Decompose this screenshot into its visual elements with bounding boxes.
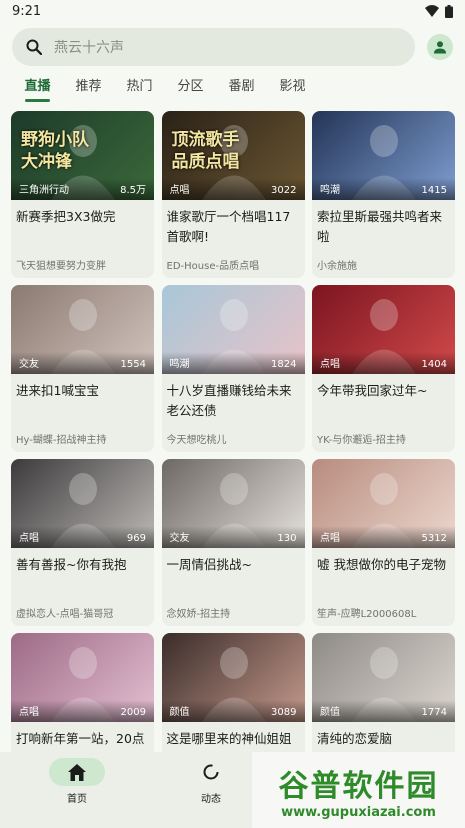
card-thumbnail: 交友 130 [161,459,305,548]
wifi-icon [425,5,439,17]
search-icon [26,39,42,55]
nav-pill [49,758,105,786]
card-thumbnail: 颜值 1774 [312,633,455,722]
category-tag: 点唱 [320,359,340,370]
category-tag: 点唱 [169,185,190,196]
live-card[interactable]: 交友 1554 进来扣1喊宝宝 Hy-蝴蝶-招战神主持 [11,285,154,452]
category-tag: 点唱 [19,707,39,718]
home-icon [68,763,86,781]
tab-5[interactable]: 影视 [267,70,318,108]
card-author: 飞天狙想要努力变胖 [16,261,106,272]
category-tag: 鸣潮 [169,359,190,370]
viewer-count: 1554 [120,359,146,370]
viewer-count: 8.5万 [120,185,146,196]
live-card[interactable]: 鸣潮 1415 索拉里斯最强共鸣者来啦小余施施 [312,111,455,278]
viewer-count: 1415 [421,185,447,196]
viewer-count: 130 [277,533,297,544]
search-row: 燕云十六声 [0,22,465,68]
card-author: 小余施施 [317,261,357,272]
card-title: 善有善报~你有我抱 [16,557,127,572]
card-author: Hy-蝴蝶-招战神主持 [16,435,107,446]
card-author: 笙声-应聘L2000608L [317,609,417,620]
live-card[interactable]: 鸣潮 1824 十八岁直播赚钱给未来老公还债今天想吃桃儿 [161,285,305,452]
card-title: 今年带我回家过年~ [317,383,428,398]
category-tag: 颜值 [169,707,190,718]
live-card[interactable]: 野狗小队 大冲锋三角洲行动 8.5万新赛季把3X3做完飞天狙想要努力变胖 [11,111,154,278]
category-tabs: 直播 推荐 热门 分区 番剧 影视 [0,70,465,108]
viewer-count: 969 [126,533,146,544]
card-thumbnail: 点唱 969 [11,459,154,548]
card-thumbnail: 交友 1554 [11,285,154,374]
card-thumbnail: 鸣潮 1824 [161,285,305,374]
profile-button[interactable] [427,34,453,60]
card-thumbnail: 鸣潮 1415 [312,111,455,200]
live-grid: 野狗小队 大冲锋三角洲行动 8.5万新赛季把3X3做完飞天狙想要努力变胖 顶流歌手 … [11,111,455,800]
live-card[interactable]: 顶流歌手 品质点唱点唱 3022 谁家歌厅一个档唱117首歌啊! ED-House-品… [161,111,305,278]
card-thumbnail: 点唱 2009 [11,633,154,722]
battery-icon [445,4,453,18]
tab-2[interactable]: 热门 [114,70,165,108]
refresh-icon [203,764,219,780]
thumbnail-caption: 野狗小队 大冲锋 [21,130,89,172]
viewer-count: 3022 [271,185,297,196]
nav-label: 首页 [67,794,87,805]
category-tag: 颜值 [320,707,340,718]
viewer-count: 1774 [421,707,447,718]
viewer-count: 3089 [271,707,297,718]
card-author: 虚拟恋人-点唱-猫哥冠 [16,609,114,620]
tab-3[interactable]: 分区 [165,70,216,108]
card-title: 谁家歌厅一个档唱117首歌啊! [166,209,291,244]
card-thumbnail: 顶流歌手 品质点唱点唱 3022 [161,111,305,200]
card-author: 今天想吃桃儿 [166,435,227,446]
live-card[interactable]: 点唱 969 善有善报~你有我抱虚拟恋人-点唱-猫哥冠 [11,459,154,626]
tab-0[interactable]: 直播 [12,70,63,108]
live-card[interactable]: 点唱 5312 嘘 我想做你的电子宠物笙声-应聘L2000608L [312,459,455,626]
nav-pill [183,758,239,786]
search-placeholder: 燕云十六声 [54,40,124,56]
card-author: 念奴娇-招主持 [166,609,231,620]
category-tag: 点唱 [320,533,340,544]
tab-4[interactable]: 番剧 [216,70,267,108]
card-title: 一周情侣挑战~ [166,557,252,572]
person-icon [434,41,446,54]
card-title: 嘘 我想做你的电子宠物 [317,557,446,572]
tab-1[interactable]: 推荐 [63,70,114,108]
category-tag: 交友 [19,359,39,370]
card-title: 进来扣1喊宝宝 [16,383,99,398]
search-input[interactable]: 燕云十六声 [12,28,415,66]
category-tag: 三角洲行动 [19,185,69,196]
card-author: ED-House-品质点唱 [166,261,260,272]
viewer-count: 1404 [421,359,447,370]
card-author: YK-与你邂逅-招主持 [317,435,406,446]
card-thumbnail: 颜值 3089 [161,633,305,722]
card-thumbnail: 点唱 1404 [312,285,455,374]
viewer-count: 1824 [271,359,297,370]
category-tag: 交友 [169,533,190,544]
card-thumbnail: 野狗小队 大冲锋三角洲行动 8.5万 [11,111,154,200]
card-thumbnail: 点唱 5312 [312,459,455,548]
viewer-count: 5312 [421,533,447,544]
live-card[interactable]: 点唱 1404 今年带我回家过年~ YK-与你邂逅-招主持 [312,285,455,452]
nav-label: 动态 [201,794,221,805]
card-title: 新赛季把3X3做完 [16,209,116,224]
status-icons [425,4,453,18]
watermark-text: 谷普软件园 [278,768,439,804]
category-tag: 点唱 [19,533,39,544]
status-bar: 9:21 [0,0,465,22]
thumbnail-caption: 顶流歌手 品质点唱 [171,130,240,172]
category-tag: 鸣潮 [320,185,340,196]
watermark-url: www.gupuxiazai.com [281,804,436,820]
card-title: 索拉里斯最强共鸣者来啦 [317,209,443,244]
card-title: 十八岁直播赚钱给未来老公还债 [166,383,292,418]
status-time: 9:21 [12,3,42,19]
nav-item-0[interactable]: 首页 [10,752,144,828]
viewer-count: 2009 [120,707,146,718]
live-card[interactable]: 交友 130 一周情侣挑战~ 念奴娇-招主持 [161,459,305,626]
watermark-logo: 谷普软件园 www.gupuxiazai.com [252,752,465,828]
